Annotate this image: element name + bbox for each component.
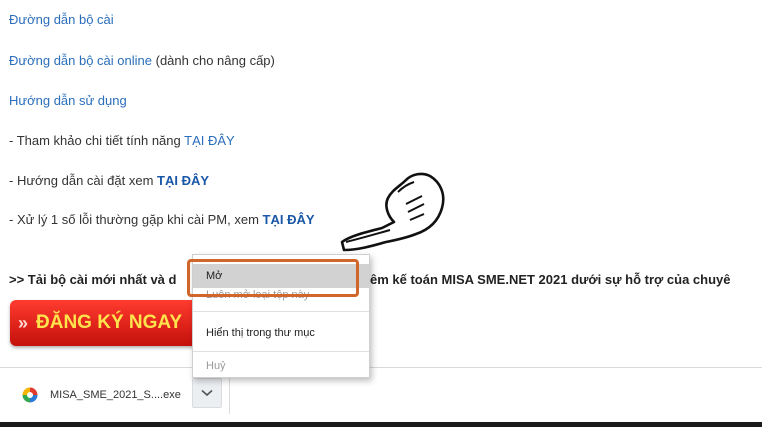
troubleshoot-line: - Xử lý 1 số lỗi thường gặp khi cài PM, … (9, 212, 315, 227)
installer-link[interactable]: Đường dẫn bộ cài (9, 12, 114, 27)
troubleshoot-link[interactable]: TẠI ĐÂY (263, 212, 315, 227)
install-guide-line: - Hướng dẫn cài đặt xem TẠI ĐÂY (9, 173, 209, 188)
download-bar-divider (229, 372, 230, 414)
register-button-label: ĐĂNG KÝ NGAY (36, 312, 183, 333)
install-guide-text: - Hướng dẫn cài đặt xem (9, 173, 158, 188)
download-item[interactable]: MISA_SME_2021_S....exe (12, 380, 181, 410)
installer-online-line: Đường dẫn bộ cài online (dành cho nâng c… (9, 53, 275, 68)
download-file-name: MISA_SME_2021_S....exe (50, 389, 181, 401)
download-context-menu: Mở Luôn mở loại tệp này Hiển thị trong t… (187, 254, 370, 378)
misa-file-icon (22, 387, 38, 403)
user-guide-link[interactable]: Hướng dẫn sử dụng (9, 93, 127, 108)
installer-online-note: (dành cho nâng cấp) (152, 53, 275, 68)
double-chevron-icon: » (18, 312, 29, 333)
chevron-down-icon (201, 389, 213, 397)
menu-separator (193, 311, 369, 312)
feature-details-text: - Tham khảo chi tiết tính năng (9, 133, 185, 148)
feature-details-link[interactable]: TẠI ĐÂY (184, 133, 235, 148)
install-guide-link[interactable]: TẠI ĐÂY (157, 173, 209, 188)
menu-item-show-in-folder[interactable]: Hiển thị trong thư mục (193, 321, 369, 345)
installer-online-link[interactable]: Đường dẫn bộ cài online (9, 53, 152, 68)
menu-separator (193, 351, 369, 352)
download-options-button[interactable] (192, 378, 222, 408)
menu-item-cancel[interactable]: Huỷ (193, 355, 369, 377)
promo-text-left: >> Tải bộ cài mới nhất và d (9, 272, 177, 287)
download-bar: MISA_SME_2021_S....exe (0, 367, 762, 427)
troubleshoot-text: - Xử lý 1 số lỗi thường gặp khi cài PM, … (9, 212, 263, 227)
pointing-hand-icon (340, 172, 445, 252)
menu-item-open[interactable]: Mở (193, 264, 369, 288)
menu-item-always-open[interactable]: Luôn mở loại tệp này (193, 288, 369, 306)
feature-details-line: - Tham khảo chi tiết tính năng TẠI ĐÂY (9, 133, 235, 148)
web-page: Đường dẫn bộ cài Đường dẫn bộ cài online… (0, 0, 762, 427)
window-bottom-edge (0, 422, 762, 427)
promo-text-right: êm kế toán MISA SME.NET 2021 dưới sự hỗ … (370, 272, 731, 287)
